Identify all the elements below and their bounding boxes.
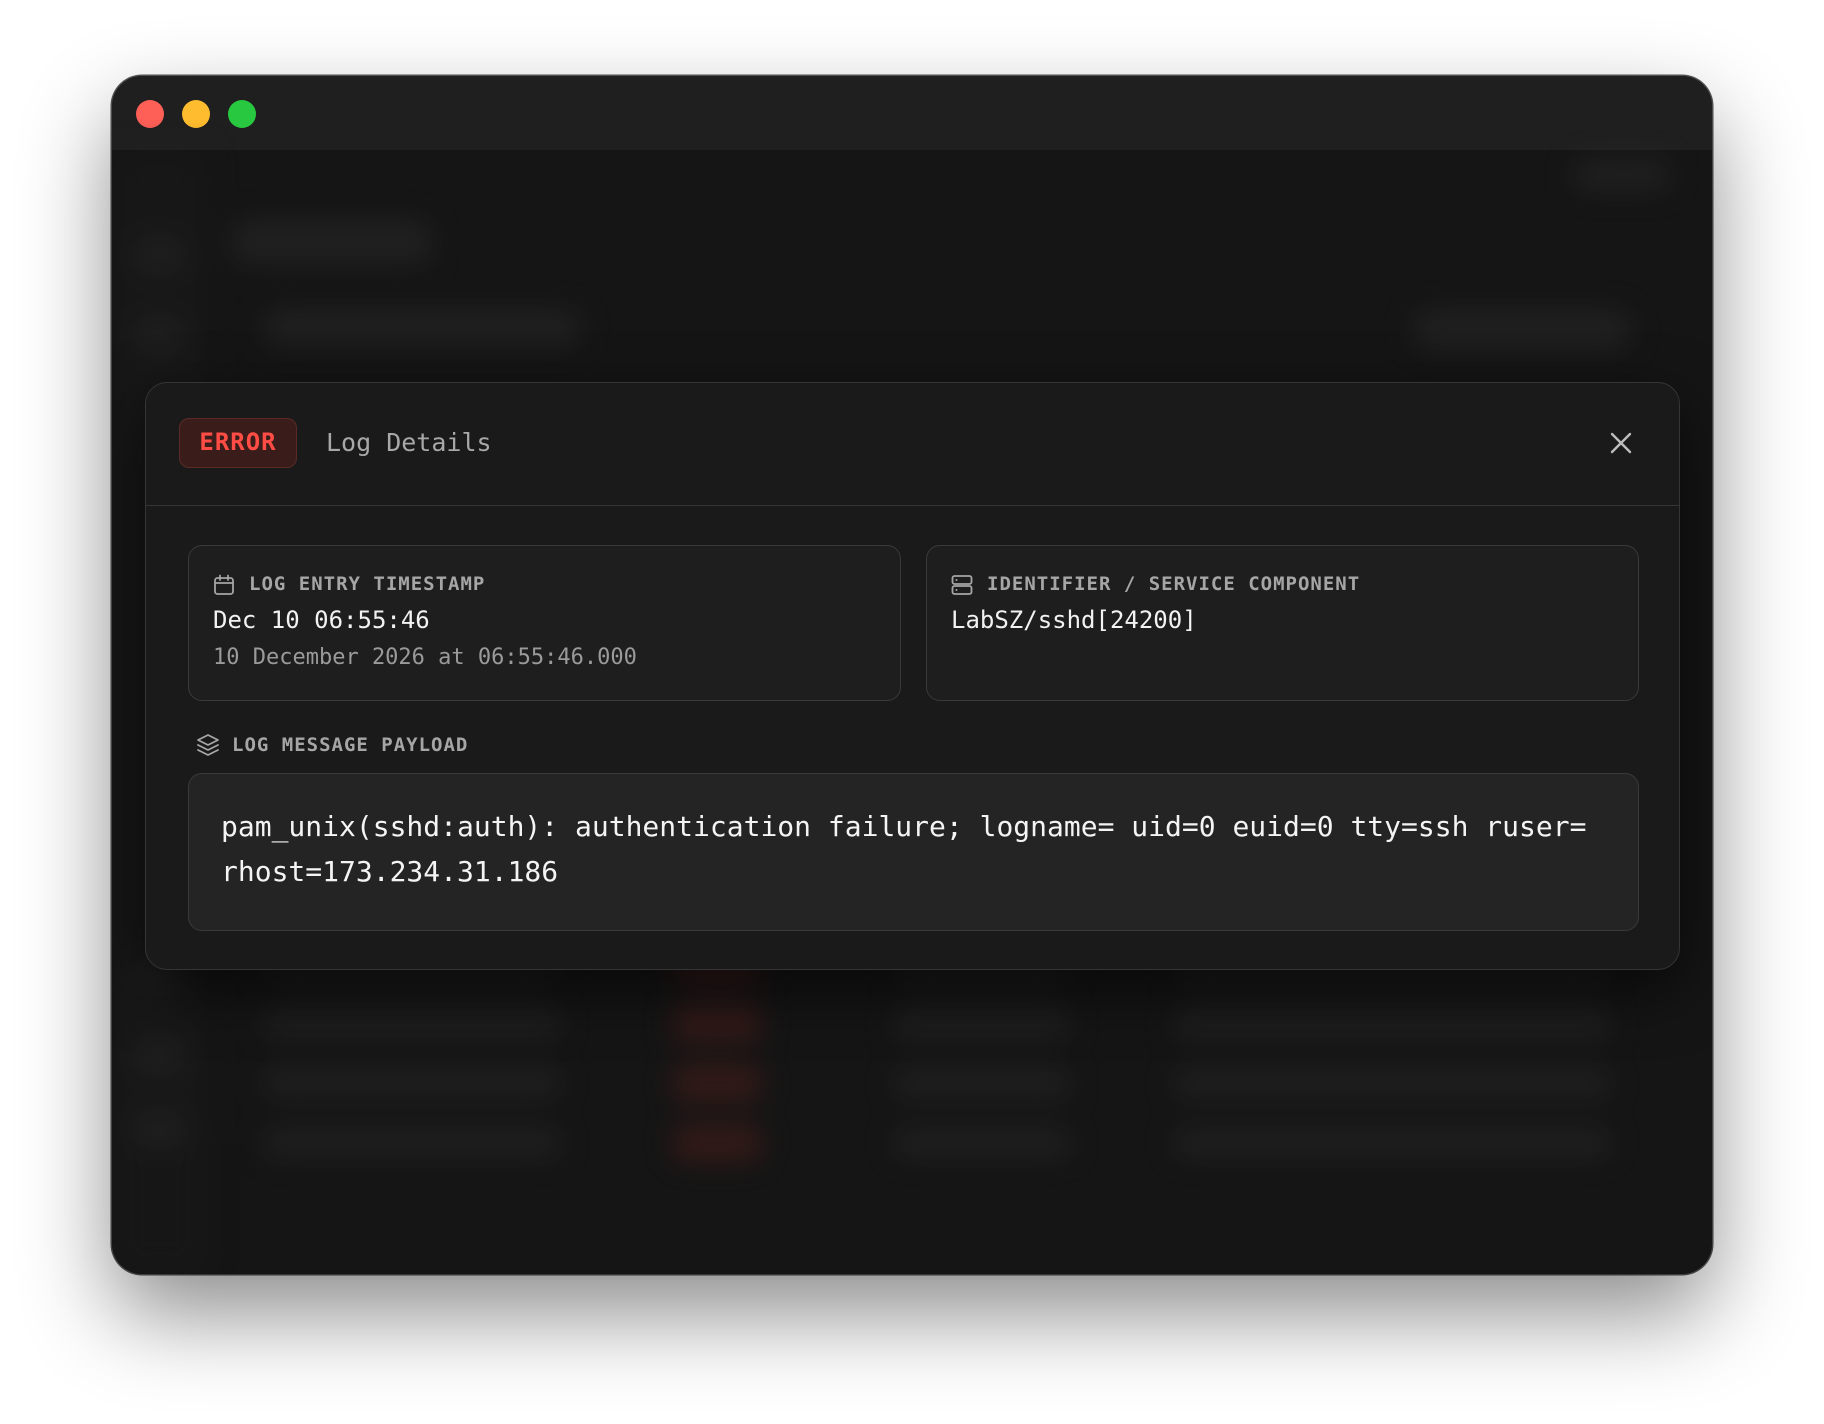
title-bar bbox=[112, 76, 1712, 150]
timestamp-full: 10 December 2026 at 06:55:46.000 bbox=[213, 645, 637, 670]
identifier-value: LabSZ/sshd[24200] bbox=[951, 606, 1197, 634]
identifier-label: IDENTIFIER / SERVICE COMPONENT bbox=[987, 573, 1361, 595]
server-icon bbox=[951, 575, 973, 595]
modal-header: ERROR Log Details bbox=[146, 383, 1679, 506]
window-close-button[interactable] bbox=[136, 100, 164, 128]
payload-label: LOG MESSAGE PAYLOAD bbox=[232, 734, 469, 756]
close-button[interactable] bbox=[1603, 425, 1639, 461]
log-details-modal: ERROR Log Details LOG ENTRY TIMESTAMP De… bbox=[145, 382, 1680, 970]
timestamp-card: LOG ENTRY TIMESTAMP Dec 10 06:55:46 10 D… bbox=[188, 545, 901, 701]
window-zoom-button[interactable] bbox=[228, 100, 256, 128]
app-window: ERROR Log Details LOG ENTRY TIMESTAMP De… bbox=[112, 76, 1712, 1274]
modal-title: Log Details bbox=[326, 428, 492, 457]
payload-label-row: LOG MESSAGE PAYLOAD bbox=[196, 731, 696, 761]
payload-message: pam_unix(sshd:auth): authentication fail… bbox=[221, 810, 1604, 888]
timestamp-value: Dec 10 06:55:46 bbox=[213, 606, 430, 634]
payload-box: pam_unix(sshd:auth): authentication fail… bbox=[188, 773, 1639, 931]
timestamp-label: LOG ENTRY TIMESTAMP bbox=[249, 573, 486, 595]
level-badge: ERROR bbox=[179, 418, 297, 468]
close-icon bbox=[1610, 432, 1632, 454]
calendar-icon bbox=[214, 574, 234, 595]
window-minimize-button[interactable] bbox=[182, 100, 210, 128]
identifier-card: IDENTIFIER / SERVICE COMPONENT LabSZ/ssh… bbox=[926, 545, 1639, 701]
layers-icon bbox=[197, 734, 219, 756]
